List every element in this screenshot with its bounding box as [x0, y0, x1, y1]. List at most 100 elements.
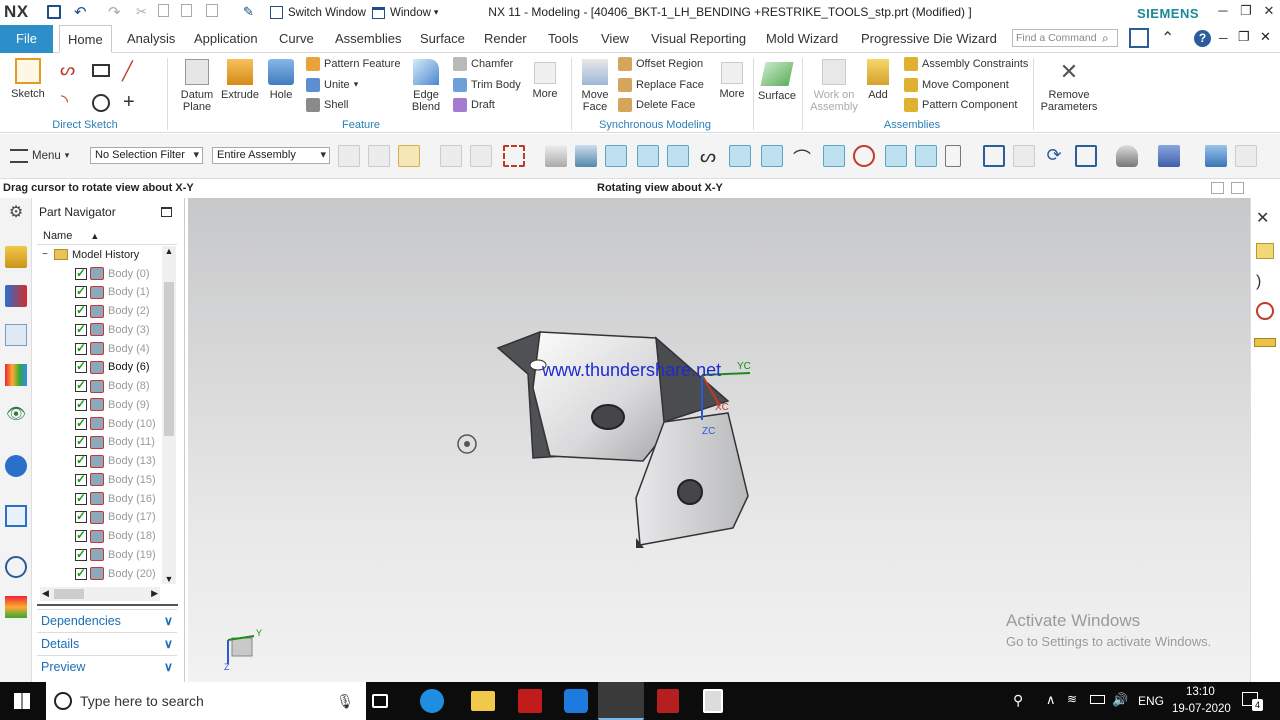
people-icon[interactable]: ⚲: [1013, 692, 1023, 709]
doc-close-icon[interactable]: ✕: [1260, 29, 1271, 45]
rectangle-select-icon[interactable]: [503, 145, 525, 167]
snap-line-icon[interactable]: [637, 145, 659, 167]
cut-icon[interactable]: ✂: [136, 4, 147, 20]
tree-body-row[interactable]: Body (16): [45, 489, 156, 508]
visibility-checkbox[interactable]: [75, 453, 87, 467]
trim-body-button[interactable]: Trim Body: [453, 75, 521, 94]
visibility-checkbox[interactable]: [75, 566, 87, 580]
scroll-left-arrow[interactable]: ◀: [42, 588, 49, 599]
panel-preview[interactable]: Preview ∨: [37, 655, 177, 677]
snap-center-icon[interactable]: [823, 145, 845, 167]
tree-body-row[interactable]: Body (17): [45, 508, 156, 527]
switch-window-button[interactable]: Switch Window: [270, 4, 366, 21]
save-icon[interactable]: [47, 5, 61, 19]
touch-mode-icon[interactable]: ✎: [243, 4, 254, 20]
tree-body-row[interactable]: Body (2): [45, 302, 150, 321]
visibility-checkbox[interactable]: [75, 472, 87, 486]
visibility-checkbox[interactable]: [75, 547, 87, 561]
hd3d-tools-icon[interactable]: 👁: [5, 404, 27, 426]
panel-details[interactable]: Details ∨: [37, 632, 177, 654]
move-face-button[interactable]: Move Face: [576, 56, 614, 113]
visibility-checkbox[interactable]: [75, 284, 87, 299]
orient-view-icon[interactable]: [1075, 145, 1097, 167]
status-fullscreen-icon[interactable]: [1231, 182, 1244, 194]
task-view-icon[interactable]: [372, 694, 388, 708]
calculator-icon[interactable]: [703, 689, 723, 713]
column-header-name[interactable]: Name ▲: [37, 228, 177, 245]
unite-button[interactable]: Unite ▾: [306, 75, 358, 94]
minimize-button[interactable]: ─: [1213, 3, 1233, 21]
select-face-icon[interactable]: [368, 145, 390, 167]
ruler-icon[interactable]: [1254, 338, 1276, 347]
lasso-select-icon[interactable]: [470, 145, 492, 167]
render-style-icon[interactable]: [1116, 145, 1138, 167]
panel-dependencies[interactable]: Dependencies ∨: [37, 609, 177, 631]
tab-view[interactable]: View: [593, 25, 637, 53]
tab-application[interactable]: Application: [186, 25, 266, 53]
select-feature-icon[interactable]: [398, 145, 420, 167]
restore-button[interactable]: ❐: [1236, 3, 1256, 21]
copy-icon[interactable]: [158, 4, 169, 17]
snap-spline-icon[interactable]: [761, 145, 783, 167]
visibility-checkbox[interactable]: [75, 509, 87, 524]
volume-icon[interactable]: 🔊: [1112, 692, 1128, 708]
sync-more-button[interactable]: More: [714, 56, 750, 100]
tree-body-row[interactable]: Body (3): [45, 320, 150, 339]
feature-more-button[interactable]: More: [527, 56, 563, 100]
history-icon[interactable]: [5, 505, 27, 527]
web-browser-icon[interactable]: [5, 455, 27, 477]
close-button[interactable]: ✕: [1259, 3, 1279, 21]
section-plane-icon[interactable]: [1256, 302, 1274, 320]
surface-button[interactable]: Surface: [757, 56, 797, 102]
visibility-checkbox[interactable]: [75, 434, 87, 449]
hscroll-thumb[interactable]: [54, 589, 84, 599]
fullscreen-icon[interactable]: [1129, 28, 1149, 48]
navigator-maximize-icon[interactable]: [161, 207, 172, 217]
remove-parameters-button[interactable]: ✕ Remove Parameters: [1038, 56, 1100, 113]
tree-body-row[interactable]: Body (19): [45, 545, 156, 564]
collapse-ribbon-icon[interactable]: ⌃: [1161, 28, 1174, 48]
acrobat-icon[interactable]: [657, 689, 679, 713]
visibility-checkbox[interactable]: [75, 397, 87, 411]
scroll-down-arrow[interactable]: ▼: [162, 574, 176, 584]
replace-face-button[interactable]: Replace Face: [618, 75, 704, 94]
reuse-library-icon[interactable]: [5, 364, 27, 386]
system-materials-icon[interactable]: [5, 596, 27, 618]
assembly-constraints-button[interactable]: Assembly Constraints: [904, 54, 1028, 73]
teamviewer-icon[interactable]: [564, 689, 588, 713]
snap-point-on-curve-icon[interactable]: [885, 145, 907, 167]
extrude-button[interactable]: Extrude: [220, 56, 260, 101]
circle-icon[interactable]: [92, 94, 110, 112]
clock-icon[interactable]: [5, 556, 27, 578]
navigator-vscrollbar[interactable]: ▲ ▼: [162, 246, 176, 584]
part-navigator-icon[interactable]: [5, 324, 27, 346]
bracket-icon[interactable]: ): [1256, 273, 1261, 291]
tree-body-row[interactable]: Body (9): [45, 395, 150, 414]
tab-assemblies[interactable]: Assemblies: [327, 25, 409, 53]
visibility-checkbox[interactable]: [75, 416, 87, 430]
visibility-checkbox[interactable]: [75, 266, 87, 280]
fit-view-icon[interactable]: [983, 145, 1005, 167]
zoom-icon[interactable]: [1013, 145, 1035, 167]
taskbar-search-input[interactable]: Type here to search 🎙: [46, 682, 366, 720]
visibility-checkbox[interactable]: [75, 491, 87, 505]
visibility-checkbox[interactable]: [75, 378, 87, 392]
tab-analysis[interactable]: Analysis: [119, 25, 183, 53]
tree-body-row[interactable]: Body (6): [45, 358, 150, 377]
doc-minimize-icon[interactable]: ─: [1219, 31, 1228, 45]
constraint-navigator-icon[interactable]: [5, 285, 27, 307]
tree-body-row[interactable]: Body (4): [45, 339, 150, 358]
edge-blend-button[interactable]: Edge Blend: [405, 56, 447, 113]
tree-body-row[interactable]: Body (15): [45, 470, 156, 489]
snap-curve-icon[interactable]: ᔕ: [697, 145, 719, 167]
scroll-right-arrow[interactable]: ▶: [151, 588, 158, 599]
add-component-button[interactable]: Add: [862, 56, 894, 101]
clock-time[interactable]: 13:10: [1186, 686, 1215, 698]
tree-body-row[interactable]: Body (13): [45, 452, 156, 471]
snap-tangent-icon[interactable]: [915, 145, 937, 167]
snap-intersection-icon[interactable]: ⌒: [791, 145, 813, 169]
shell-button[interactable]: Shell: [306, 95, 348, 114]
snap-polyline-icon[interactable]: [729, 145, 751, 167]
tree-body-row[interactable]: Body (0): [45, 264, 150, 283]
tab-curve[interactable]: Curve: [271, 25, 322, 53]
